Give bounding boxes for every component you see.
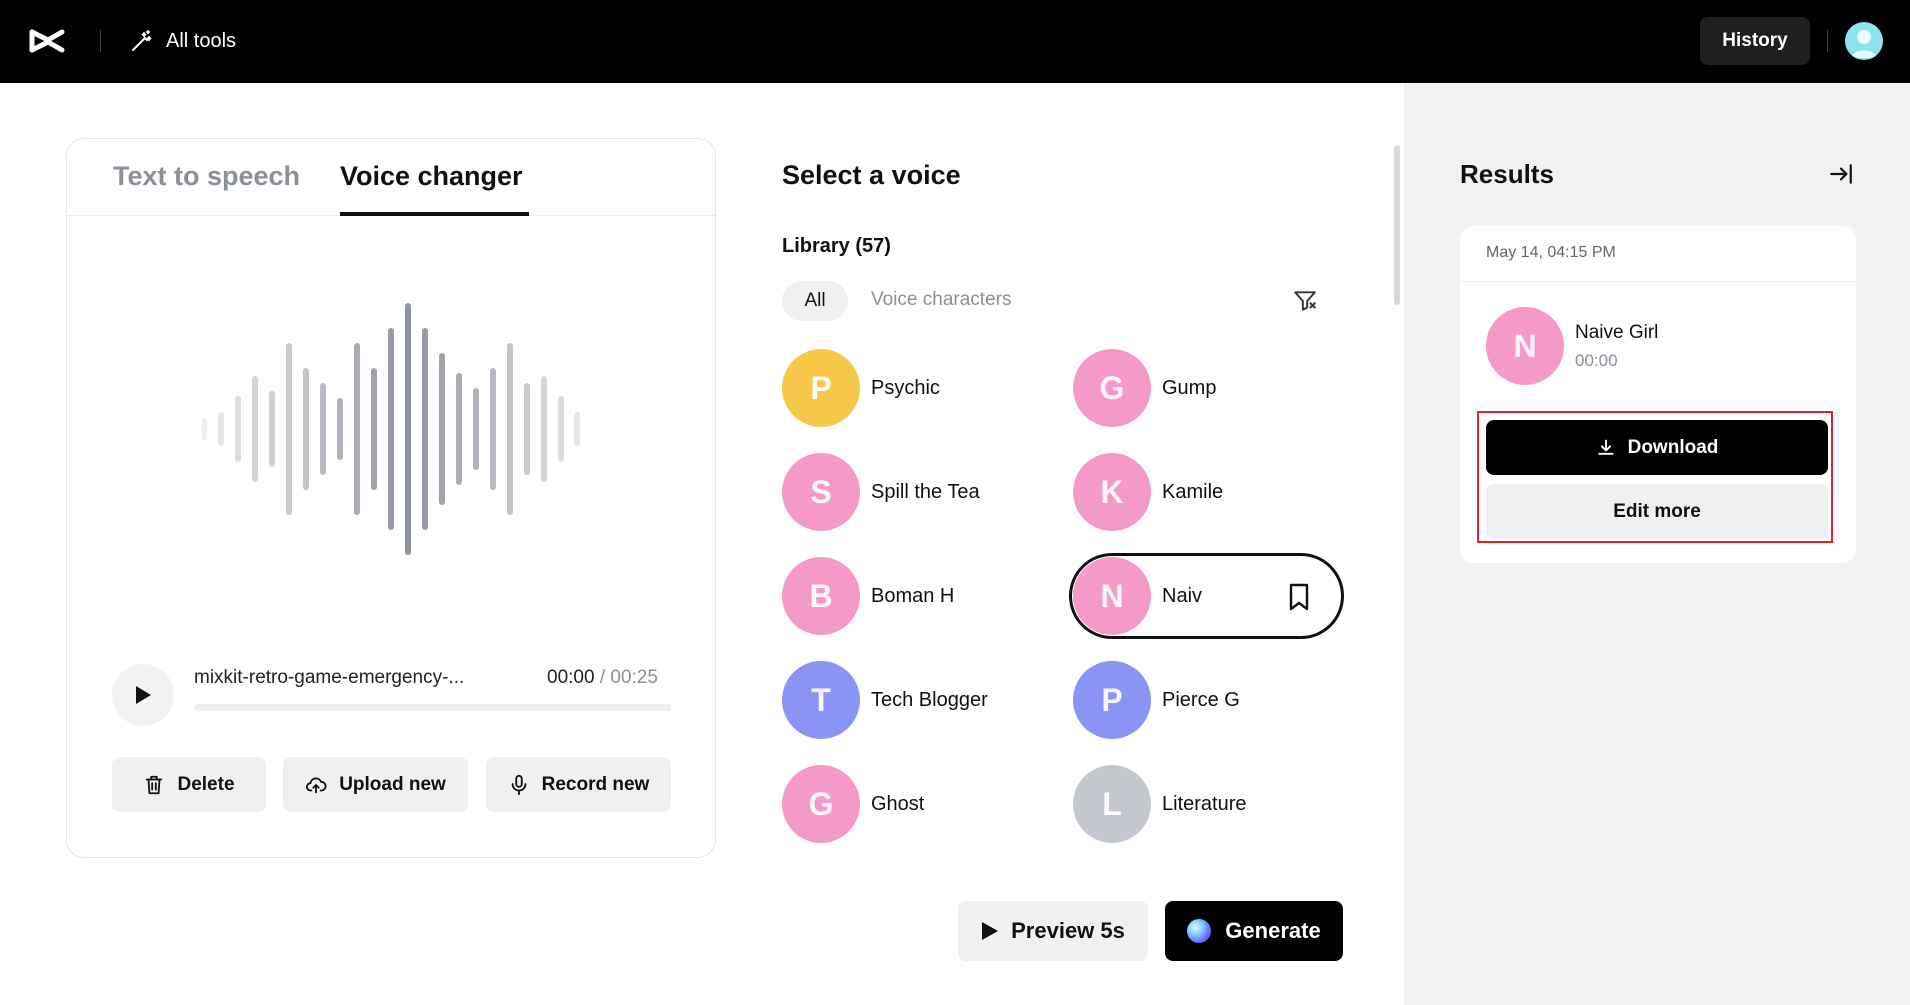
voice-avatar: P xyxy=(1073,661,1151,739)
voice-item[interactable]: P Pierce G xyxy=(1073,661,1240,739)
voice-avatar: T xyxy=(782,661,860,739)
select-voice-title: Select a voice xyxy=(782,160,961,190)
voice-item[interactable]: G Gump xyxy=(1073,349,1216,427)
record-new-button[interactable]: Record new xyxy=(486,757,671,812)
record-new-label: Record new xyxy=(541,773,650,795)
download-button[interactable]: Download xyxy=(1486,420,1828,475)
divider xyxy=(100,30,101,52)
voice-item[interactable]: P Psychic xyxy=(782,349,940,427)
result-voice-avatar: N xyxy=(1486,307,1564,385)
voice-avatar: B xyxy=(782,557,860,635)
result-date: May 14, 04:15 PM xyxy=(1486,244,1616,261)
edit-more-button[interactable]: Edit more xyxy=(1486,484,1828,539)
download-label: Download xyxy=(1627,436,1719,458)
result-card: May 14, 04:15 PM N Naive Girl 00:00 Down… xyxy=(1460,226,1856,563)
voice-name: Pierce G xyxy=(1162,688,1240,711)
filter-all-chip[interactable]: All xyxy=(782,281,848,321)
voice-name: Boman H xyxy=(871,584,955,607)
results-title: Results xyxy=(1460,159,1554,189)
tab-text-to-speech[interactable]: Text to speech xyxy=(113,161,300,192)
active-tab-indicator xyxy=(340,212,529,216)
voice-item[interactable]: K Kamile xyxy=(1073,453,1223,531)
history-button[interactable]: History xyxy=(1700,17,1810,65)
bookmark-icon[interactable] xyxy=(1287,583,1311,611)
play-icon xyxy=(982,922,999,940)
voice-name: Gump xyxy=(1162,376,1217,399)
user-icon xyxy=(1851,30,1877,58)
delete-button[interactable]: Delete xyxy=(112,757,266,812)
voice-item[interactable]: S Spill the Tea xyxy=(782,453,980,531)
collapse-panel-icon[interactable] xyxy=(1828,161,1854,187)
voice-avatar: L xyxy=(1073,765,1151,843)
generate-orb-icon xyxy=(1187,919,1212,943)
playback-time: 00:00 / 00:25 xyxy=(547,667,658,689)
divider xyxy=(1827,30,1828,52)
audio-filename: mixkit-retro-game-emergency-... xyxy=(194,667,465,688)
voice-name: Tech Blogger xyxy=(871,688,988,711)
upload-new-label: Upload new xyxy=(339,773,446,795)
preview-label: Preview 5s xyxy=(1011,918,1125,943)
voice-avatar: G xyxy=(1073,349,1151,427)
voice-name: Spill the Tea xyxy=(871,480,980,503)
generate-label: Generate xyxy=(1225,918,1321,943)
all-tools-button[interactable]: All tools xyxy=(130,26,236,56)
voice-avatar: G xyxy=(782,765,860,843)
playback-progress-bar[interactable] xyxy=(194,704,671,711)
download-icon xyxy=(1598,439,1614,455)
tab-voice-changer[interactable]: Voice changer xyxy=(340,161,523,192)
voice-name: Naiv xyxy=(1162,584,1203,607)
result-voice-name: Naive Girl xyxy=(1575,322,1659,343)
voice-avatar: S xyxy=(782,453,860,531)
capcut-logo-icon[interactable] xyxy=(28,22,66,60)
top-bar: All tools History xyxy=(0,0,1910,83)
divider xyxy=(1460,281,1856,282)
voice-item[interactable]: B Boman H xyxy=(782,557,954,635)
voice-name: Kamile xyxy=(1162,480,1224,503)
voice-item-selected[interactable]: N Naiv xyxy=(1069,553,1344,639)
voice-item[interactable]: L Literature xyxy=(1073,765,1247,843)
voice-avatar: N xyxy=(1073,557,1151,635)
filter-icon[interactable] xyxy=(1292,288,1318,314)
voice-name: Psychic xyxy=(871,376,940,399)
trash-icon xyxy=(146,775,163,794)
preview-button[interactable]: Preview 5s xyxy=(958,901,1148,961)
voice-name: Literature xyxy=(1162,792,1247,815)
voice-item[interactable]: T Tech Blogger xyxy=(782,661,988,739)
all-tools-label: All tools xyxy=(166,29,237,52)
play-button[interactable] xyxy=(112,664,174,726)
voice-name: Ghost xyxy=(871,792,925,815)
library-count: Library (57) xyxy=(782,235,891,257)
waveform-graphic xyxy=(202,303,580,555)
mode-tabs: Text to speech Voice changer xyxy=(67,139,717,216)
play-icon xyxy=(136,686,151,704)
voice-item[interactable]: G Ghost xyxy=(782,765,924,843)
user-avatar[interactable] xyxy=(1845,22,1883,60)
voice-list-scrollbar[interactable] xyxy=(1394,145,1400,305)
voice-avatar: P xyxy=(782,349,860,427)
results-panel: Results May 14, 04:15 PM N Naive Girl 00… xyxy=(1404,83,1910,1005)
microphone-icon xyxy=(511,774,526,795)
upload-new-button[interactable]: Upload new xyxy=(283,757,468,812)
cloud-upload-icon xyxy=(306,777,327,793)
current-time: 00:00 xyxy=(547,667,595,688)
total-time: / 00:25 xyxy=(599,667,658,688)
result-duration: 00:00 xyxy=(1575,351,1618,370)
magic-wand-icon xyxy=(132,30,152,51)
voice-changer-card: Text to speech Voice changer mixkit-retr… xyxy=(66,138,717,858)
generate-button[interactable]: Generate xyxy=(1165,901,1343,961)
filter-voice-characters-chip[interactable]: Voice characters xyxy=(871,289,1011,311)
voice-avatar: K xyxy=(1073,453,1151,531)
delete-label: Delete xyxy=(177,773,235,795)
